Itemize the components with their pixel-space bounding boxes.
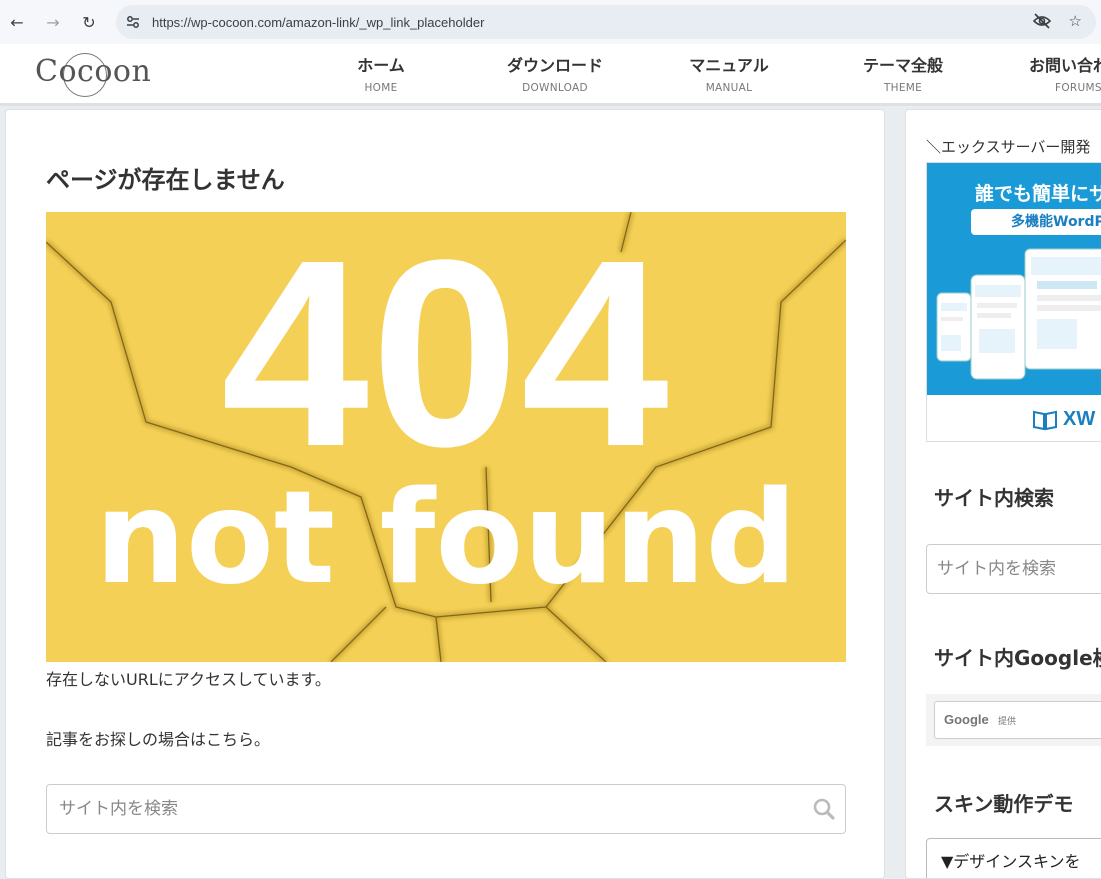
main-search-input[interactable] bbox=[59, 785, 799, 833]
sidebar-promo-text: ＼エックスサーバー開発 bbox=[926, 138, 1091, 156]
xwrite-book-icon bbox=[1033, 410, 1057, 431]
site-header: Cocoon ホーム HOME ダウンロード DOWNLOAD マニュアル MA… bbox=[0, 44, 1101, 106]
search-prompt-message: 記事をお探しの場合はこちら。 bbox=[46, 730, 271, 749]
site-logo[interactable]: Cocoon bbox=[35, 54, 151, 89]
forward-arrow-icon[interactable]: → bbox=[40, 9, 66, 35]
nav-item-theme[interactable]: テーマ全般 THEME bbox=[823, 52, 983, 94]
sidebar-search-box bbox=[926, 544, 1101, 594]
device-mockup-graphic bbox=[936, 248, 1101, 380]
not-found-image: 404 not found bbox=[46, 212, 846, 662]
page-title: ページが存在しません bbox=[46, 166, 285, 194]
search-icon[interactable] bbox=[813, 798, 835, 820]
skin-demo-heading: スキン動作デモ bbox=[934, 792, 1074, 816]
nav-item-download[interactable]: ダウンロード DOWNLOAD bbox=[475, 52, 635, 94]
hero-not-found-text: not found bbox=[94, 464, 798, 613]
url-text[interactable]: https://wp-cocoon.com/amazon-link/_wp_li… bbox=[152, 15, 484, 30]
browser-toolbar: ← → ↻ https://wp-cocoon.com/amazon-link/… bbox=[0, 0, 1101, 44]
google-search-heading: サイト内Google検 bbox=[934, 646, 1101, 670]
reload-icon[interactable]: ↻ bbox=[76, 9, 102, 35]
main-content: ページが存在しません 404 not found 存在しないURLにアクセスして… bbox=[5, 109, 885, 879]
site-search-heading: サイト内検索 bbox=[934, 486, 1054, 510]
google-provided-label: 提供 bbox=[998, 717, 1017, 727]
google-logo: Google bbox=[944, 712, 989, 727]
back-arrow-icon[interactable]: ← bbox=[4, 9, 30, 35]
site-settings-icon[interactable] bbox=[124, 13, 142, 31]
not-found-message: 存在しないURLにアクセスしています。 bbox=[46, 670, 331, 689]
sidebar: ＼エックスサーバー開発 誰でも簡単にサ 多機能WordP XW サイト内検索 サ… bbox=[905, 109, 1101, 879]
bookmark-star-icon[interactable]: ☆ bbox=[1069, 12, 1082, 34]
hero-404-text: 404 bbox=[221, 212, 671, 502]
banner-brand: XW bbox=[1063, 408, 1096, 430]
main-search-box bbox=[46, 784, 846, 834]
xwrite-banner[interactable]: 誰でも簡単にサ 多機能WordP XW bbox=[926, 162, 1101, 442]
nav-item-forums[interactable]: お問い合わ FORUMS bbox=[997, 52, 1101, 94]
eye-off-icon[interactable] bbox=[1032, 12, 1051, 34]
nav-item-manual[interactable]: マニュアル MANUAL bbox=[649, 52, 809, 94]
google-search-input[interactable]: Google 提供 bbox=[934, 701, 1101, 739]
sidebar-search-input[interactable] bbox=[937, 545, 1101, 593]
address-bar[interactable]: https://wp-cocoon.com/amazon-link/_wp_li… bbox=[116, 5, 1096, 39]
nav-item-home[interactable]: ホーム HOME bbox=[301, 52, 461, 94]
skin-select-dropdown[interactable]: ▼デザインスキンを bbox=[926, 838, 1101, 878]
google-search-widget: Google 提供 bbox=[926, 694, 1101, 746]
